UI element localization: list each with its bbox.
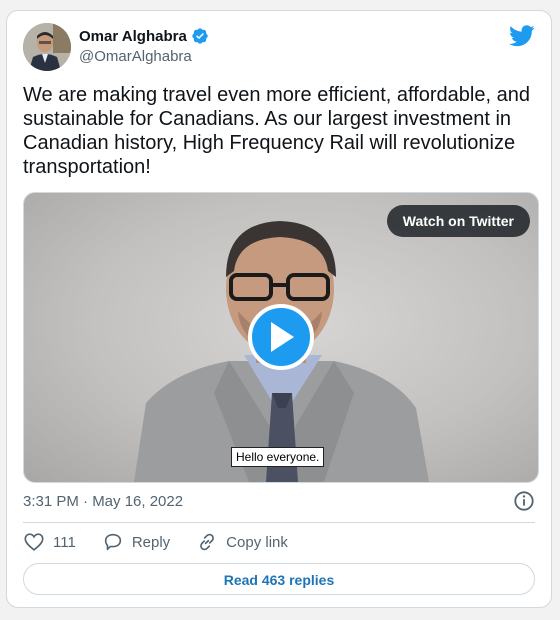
- author-handle[interactable]: @OmarAlghabra: [79, 48, 209, 65]
- info-icon[interactable]: [513, 490, 535, 512]
- video-player[interactable]: Watch on Twitter Hello everyone.: [23, 192, 539, 483]
- tweet-card: Omar Alghabra @OmarAlghabra We are makin…: [6, 10, 552, 608]
- tweet-timestamp[interactable]: 3:31 PM · May 16, 2022: [23, 493, 183, 510]
- verified-badge-icon: [191, 27, 209, 45]
- heart-icon: [24, 533, 44, 551]
- link-icon: [200, 533, 215, 551]
- reply-label: Reply: [131, 533, 171, 551]
- divider: [23, 522, 535, 523]
- play-button[interactable]: [248, 304, 314, 370]
- copy-link-label: Copy link: [226, 533, 288, 551]
- tweet-header: Omar Alghabra @OmarAlghabra: [23, 23, 535, 73]
- watch-on-twitter-button[interactable]: Watch on Twitter: [386, 205, 530, 237]
- twitter-bird-icon[interactable]: [509, 25, 535, 47]
- like-count: 111: [53, 533, 76, 551]
- reply-action[interactable]: Reply: [102, 531, 170, 553]
- tweet-actions: 111 Reply Copy link: [23, 528, 288, 556]
- author-name[interactable]: Omar Alghabra: [79, 28, 187, 45]
- avatar[interactable]: [23, 23, 71, 71]
- reply-bubble-icon: [104, 533, 121, 551]
- like-action[interactable]: 111: [23, 531, 76, 553]
- author-info: Omar Alghabra @OmarAlghabra: [79, 27, 209, 65]
- video-caption: Hello everyone.: [231, 447, 325, 467]
- play-icon: [271, 322, 294, 352]
- tweet-text: We are making travel even more efficient…: [23, 84, 530, 178]
- read-replies-button[interactable]: Read 463 replies: [23, 563, 535, 595]
- copy-link-action[interactable]: Copy link: [196, 531, 288, 553]
- tweet-meta: 3:31 PM · May 16, 2022: [23, 490, 535, 514]
